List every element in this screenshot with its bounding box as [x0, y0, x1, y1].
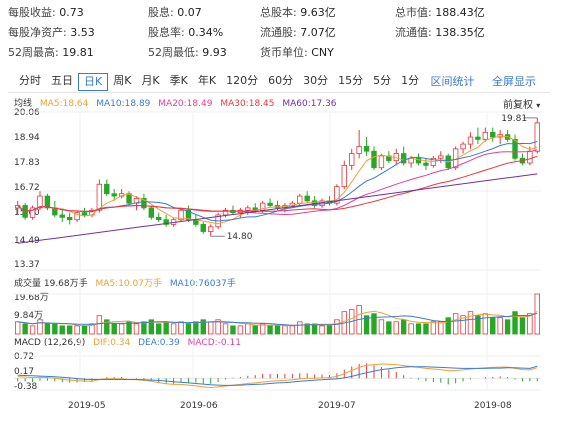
candle-body	[37, 195, 43, 209]
candle-body	[349, 153, 355, 166]
volume-bar	[519, 317, 526, 335]
ma60-line	[17, 173, 538, 244]
volume-bar	[74, 325, 80, 335]
candle-body	[363, 146, 370, 152]
candle-body	[304, 195, 310, 202]
candle-body	[148, 207, 155, 218]
candle-body	[156, 216, 162, 221]
volume-bar	[512, 311, 518, 335]
volume-bar	[274, 325, 281, 335]
volume-bar	[44, 323, 51, 335]
volume-bar	[297, 321, 303, 335]
candle-body	[297, 195, 303, 204]
volume-bar	[490, 317, 496, 335]
volume-bar	[415, 323, 422, 335]
volume-bar	[207, 321, 214, 335]
candle-body	[59, 214, 65, 218]
candle-body	[104, 183, 110, 195]
volume-bar	[111, 323, 117, 335]
volume-bar	[81, 325, 88, 335]
candle-body	[207, 226, 214, 232]
candle-body	[534, 122, 540, 152]
volume-bar	[15, 321, 21, 335]
volume-bar	[326, 325, 333, 335]
volume-bar	[423, 323, 429, 335]
high-label: 19.81	[501, 114, 527, 124]
candle-body	[81, 212, 88, 216]
volume-bar	[163, 321, 169, 335]
candle-body	[482, 131, 489, 140]
volume-bar	[29, 325, 36, 335]
volume-bar	[408, 323, 414, 335]
volume-bar	[430, 321, 437, 335]
candle-body	[460, 143, 466, 150]
volume-bar	[289, 325, 296, 335]
volume-bar	[252, 325, 258, 335]
volume-bar	[267, 325, 273, 335]
volume-bar	[371, 313, 377, 335]
volume-bar	[497, 317, 503, 335]
candle-body	[475, 136, 481, 140]
volume-bar	[482, 313, 489, 335]
volume-bar	[185, 323, 192, 335]
candle-body	[378, 155, 385, 169]
volume-bar	[96, 315, 103, 335]
candle-body	[66, 216, 73, 221]
volume-bar	[37, 319, 43, 335]
kline-chart[interactable]: 19.81 14.80	[0, 0, 576, 431]
volume-bar	[222, 323, 229, 335]
candle-body	[44, 195, 51, 209]
volume-bar	[22, 323, 28, 335]
volume-bar	[230, 325, 236, 335]
volume-bar	[319, 325, 325, 335]
volume-bar	[311, 323, 318, 335]
volume-bar	[386, 321, 392, 335]
volume-bar	[400, 319, 407, 335]
volume-bar	[334, 319, 340, 335]
volume-bar	[141, 321, 147, 335]
volume-bar	[59, 325, 65, 335]
volume-bar	[178, 321, 184, 335]
candle-body	[490, 131, 496, 138]
volume-bar	[133, 323, 140, 335]
volume-bar	[118, 323, 125, 335]
candle-body	[356, 146, 362, 154]
candle-body	[467, 136, 474, 145]
volume-bar	[467, 311, 474, 335]
volume-bar	[245, 323, 251, 335]
volume-bar	[452, 313, 459, 335]
candle-body	[267, 202, 273, 206]
volume-bar	[282, 325, 288, 335]
candle-body	[371, 150, 377, 169]
volume-bar	[378, 319, 385, 335]
volume-bar	[193, 321, 199, 335]
stock-kline-view: 每股收益: 0.73 股息: 0.07 总股本: 9.63亿 总市值: 188.…	[0, 0, 576, 431]
candle-body	[200, 224, 206, 232]
candle-body	[245, 207, 251, 211]
candle-body	[438, 155, 444, 159]
volume-bar	[237, 325, 244, 335]
volume-bar	[445, 317, 451, 335]
candle-body	[423, 162, 429, 166]
volume-bar	[438, 321, 444, 335]
volume-bar	[504, 319, 511, 335]
volume-ma5-line	[17, 310, 538, 326]
volume-bar	[170, 323, 177, 335]
candle-body	[341, 164, 348, 188]
volume-bar	[393, 321, 399, 335]
volume-bar	[156, 323, 162, 335]
volume-bar	[66, 325, 73, 335]
low-label: 14.80	[227, 232, 253, 242]
volume-bar	[52, 323, 58, 335]
candle-body	[96, 183, 103, 211]
candle-body	[527, 150, 533, 164]
candle-body	[111, 193, 117, 197]
